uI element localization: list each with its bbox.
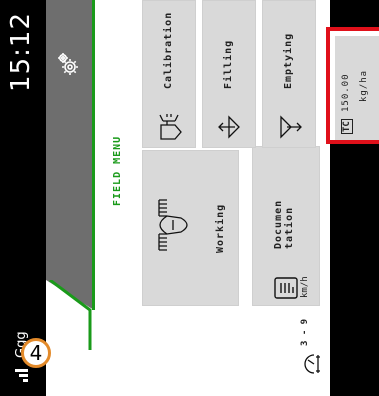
settings-button[interactable] <box>46 0 92 128</box>
header-ramp <box>46 280 94 350</box>
tile-filling[interactable]: Filling <box>202 0 256 148</box>
rotated-ui: Ggg 15:12 FIELD MENU Working Documen tat… <box>0 0 379 396</box>
tile-working[interactable]: Working <box>142 150 239 306</box>
application-rate-inner: TC 150.00 kg/ha <box>335 36 379 140</box>
application-rate-panel[interactable]: TC 150.00 kg/ha <box>326 27 379 144</box>
page-number: 4 <box>29 341 43 365</box>
tile-emptying-label: Emptying <box>283 32 294 89</box>
speedometer-icon <box>304 354 320 374</box>
tile-documentation-line: tation <box>284 206 295 249</box>
calibration-icon <box>159 114 182 140</box>
tile-documentation-label: Documen tation <box>273 200 295 249</box>
document-icon <box>274 277 298 299</box>
page-number-badge: 4 <box>21 338 51 368</box>
filling-icon <box>218 115 240 139</box>
clock: 15:12 <box>6 12 36 92</box>
application-rate-unit: kg/ha <box>359 69 369 102</box>
tile-calibration-label: Calibration <box>163 11 174 89</box>
application-rate-rotated: TC 150.00 kg/ha <box>335 36 379 140</box>
tile-documentation-line: Documen <box>273 199 284 249</box>
speed-unit: km/h <box>300 276 310 298</box>
terminal-screen: Ggg 15:12 FIELD MENU Working Documen tat… <box>0 0 379 396</box>
tc-tag: TC <box>341 119 353 134</box>
header-accent-line <box>92 0 95 310</box>
speed-range: 3 - 9 <box>300 318 310 346</box>
tile-filling-label: Filling <box>223 39 234 89</box>
emptying-icon <box>280 115 302 139</box>
gear-icon <box>58 53 78 75</box>
tile-calibration[interactable]: Calibration <box>142 0 196 148</box>
spreader-icon <box>158 199 188 251</box>
signal-icon <box>15 369 28 382</box>
tile-emptying[interactable]: Emptying <box>262 0 316 148</box>
page-title: FIELD MENU <box>112 135 123 206</box>
tile-working-label: Working <box>215 203 226 253</box>
application-rate-value: 150.00 <box>341 73 351 112</box>
status-bar: Ggg 15:12 <box>0 0 46 396</box>
